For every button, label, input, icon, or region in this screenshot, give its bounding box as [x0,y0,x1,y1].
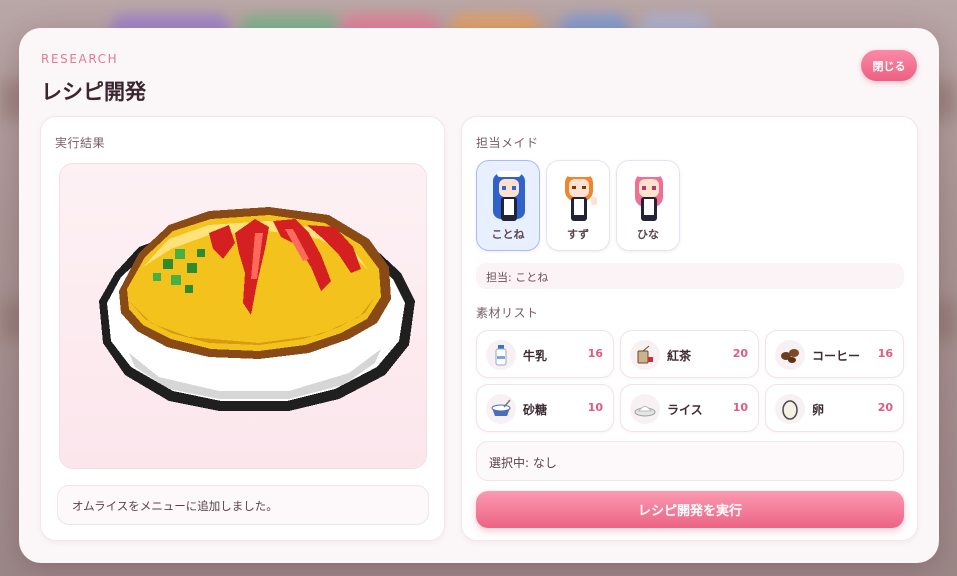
ingredient-card-coffee[interactable]: コーヒー 16 [765,330,904,378]
ingredient-section-label: 素材リスト [476,306,539,320]
dish-display [57,161,429,471]
ingredient-count: 16 [877,347,893,360]
maid-card-hina[interactable]: ひな [616,160,680,251]
setup-panel: 担当メイド ことね すず ひな 担当: ことね 素材リスト 牛乳 16 紅茶 2… [461,116,918,541]
recipe-dev-modal: RESEARCH レシピ開発 閉じる 実行結果 オムライスをメニューに追加しまし… [19,28,939,563]
ingredient-name: ライス [667,403,703,417]
result-label: 実行結果 [55,136,106,150]
egg-icon [782,400,798,420]
maid-portrait-icon [635,171,663,221]
ingredient-name: 卵 [812,403,825,417]
maid-card-kotone[interactable]: ことね [476,160,540,251]
ingredient-card-rice[interactable]: ライス 10 [620,384,759,432]
maid-name: ひな [637,228,659,241]
ingredient-card-tea[interactable]: 紅茶 20 [620,330,759,378]
maid-name: ことね [491,228,525,241]
ingredient-count: 20 [877,401,893,414]
sugar-bowl-icon [491,399,511,416]
ingredient-card-sugar[interactable]: 砂糖 10 [476,384,614,432]
ingredient-list: 牛乳 16 紅茶 20 コーヒー 16 砂糖 10 ライス 10 卵 20 [476,330,904,432]
close-button[interactable]: 閉じる [861,50,917,81]
maid-name: すず [567,228,589,241]
coffee-beans-icon [781,349,799,363]
selected-ingredients-text: 選択中: なし [476,441,904,481]
ingredient-count: 16 [587,347,603,360]
omurice-icon [99,207,415,411]
maid-portrait-icon [565,171,597,221]
maid-portrait-icon [493,171,525,221]
execute-recipe-button[interactable]: レシピ開発を実行 [476,491,904,528]
maid-card-suzu[interactable]: すず [546,160,610,251]
ingredient-count: 10 [732,401,748,414]
modal-eyebrow: RESEARCH [41,52,119,66]
tea-bag-icon [637,345,653,364]
ingredient-card-egg[interactable]: 卵 20 [765,384,904,432]
maid-section-label: 担当メイド [476,136,539,150]
modal-title: レシピ開発 [41,80,146,104]
maid-list: ことね すず ひな [476,160,680,251]
ingredient-count: 10 [587,401,603,414]
ingredient-count: 20 [732,347,748,360]
rice-plate-icon [634,406,656,417]
ingredient-name: 紅茶 [667,349,692,363]
ingredient-name: コーヒー [812,349,861,363]
ingredient-name: 砂糖 [523,403,548,417]
assigned-maid-text: 担当: ことね [476,263,904,289]
ingredient-card-milk[interactable]: 牛乳 16 [476,330,614,378]
result-panel: 実行結果 オムライスをメニューに追加しました。 [40,116,445,541]
milk-bottle-icon [495,345,507,366]
ingredient-name: 牛乳 [523,349,548,363]
result-message: オムライスをメニューに追加しました。 [57,485,429,525]
